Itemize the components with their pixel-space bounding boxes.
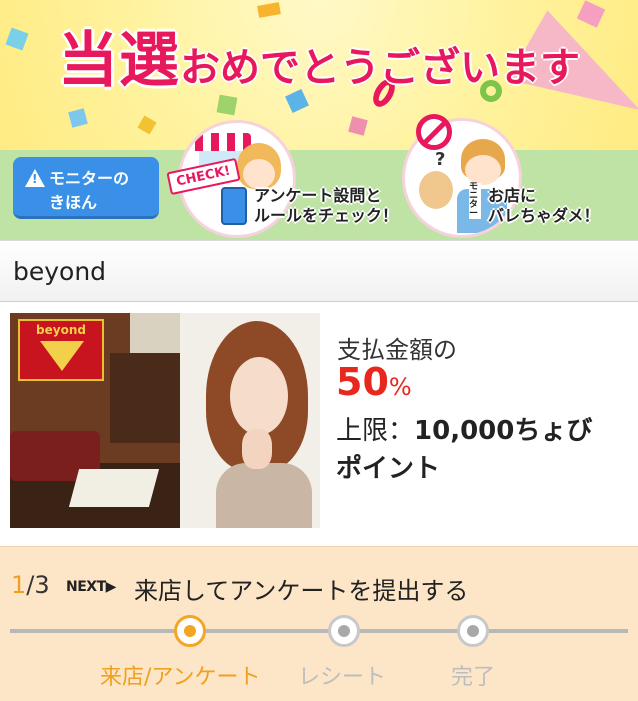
- congrats-text: おめでとうございます: [180, 45, 580, 91]
- vest-label: モニター: [469, 183, 481, 219]
- limit-label: 上限：: [336, 416, 415, 446]
- congrats-title: 当選おめでとうございます: [0, 12, 638, 99]
- staff-face-icon: [465, 155, 501, 185]
- warning-icon: [25, 169, 45, 187]
- model-hand: [242, 429, 272, 469]
- progress-panel: 1/3 NEXT▶ 来店してアンケートを提出する 来店/アンケート レシート 完…: [0, 546, 638, 701]
- limit-line: 上限：10,000ちょび: [336, 410, 592, 447]
- model-face: [230, 357, 288, 435]
- confetti-decoration: [348, 116, 368, 136]
- customer-head-icon: [419, 171, 453, 209]
- shop-photo: beyond: [10, 313, 320, 528]
- shop-logo: beyond: [18, 319, 104, 381]
- secret-rule-text: お店に バレちゃダメ！: [488, 186, 600, 226]
- photo-table: [68, 469, 160, 507]
- step-total: /3: [26, 571, 50, 599]
- shop-name: beyond: [13, 257, 107, 286]
- confetti-decoration: [137, 115, 157, 135]
- payment-rate-unit: %: [388, 373, 412, 401]
- next-tag: NEXT▶: [66, 579, 116, 595]
- monitor-basics-button[interactable]: モニターの きほん: [13, 157, 159, 219]
- win-text: 当選: [57, 25, 180, 97]
- step-node-visit: [174, 615, 206, 647]
- smartphone-icon: [221, 187, 247, 225]
- survey-rule-text: アンケート設問と ルールをチェック！: [254, 186, 398, 226]
- payment-rate-value: 50: [336, 360, 389, 404]
- congrats-banner: 当選おめでとうございます モニターの きほん CHECK! アンケート設問と ル…: [0, 0, 638, 240]
- secret-rule-line1: お店に: [488, 186, 537, 205]
- limit-amount: 10,000ちょび: [414, 416, 593, 446]
- shop-name-bar: beyond: [0, 240, 638, 302]
- step-description: 来店してアンケートを提出する: [134, 577, 469, 605]
- model-shirt: [216, 463, 312, 528]
- eagle-emblem-icon: [40, 341, 84, 371]
- payment-rate: 50%: [336, 360, 412, 404]
- step-label-visit: 来店/アンケート: [100, 665, 261, 690]
- shop-logo-text: beyond: [36, 323, 86, 337]
- shop-awning-icon: [195, 133, 251, 151]
- step-label-receipt: レシート: [298, 665, 387, 690]
- photo-shelf: [110, 353, 190, 443]
- limit-unit: ポイント: [336, 454, 441, 484]
- secret-rule-line2: バレちゃダメ！: [488, 206, 600, 225]
- progress-track: [10, 629, 628, 633]
- monitor-button-line2: きほん: [49, 193, 98, 212]
- prohibited-icon: [416, 114, 452, 150]
- step-node-complete: [457, 615, 489, 647]
- step-counter: 1/3: [11, 571, 50, 599]
- question-mark-icon: ?: [435, 149, 446, 170]
- step-current: 1: [11, 571, 27, 599]
- survey-rule-line2: ルールをチェック！: [254, 206, 399, 225]
- step-node-receipt: [328, 615, 360, 647]
- confetti-decoration: [68, 108, 88, 128]
- survey-rule-line1: アンケート設問と: [254, 186, 382, 205]
- step-label-complete: 完了: [451, 665, 496, 690]
- monitor-button-line1: モニターの: [49, 169, 130, 188]
- person-face-icon: [243, 159, 275, 189]
- shop-info-panel: beyond 支払金額の 50% 上限：10,000ちょび ポイント: [0, 302, 638, 546]
